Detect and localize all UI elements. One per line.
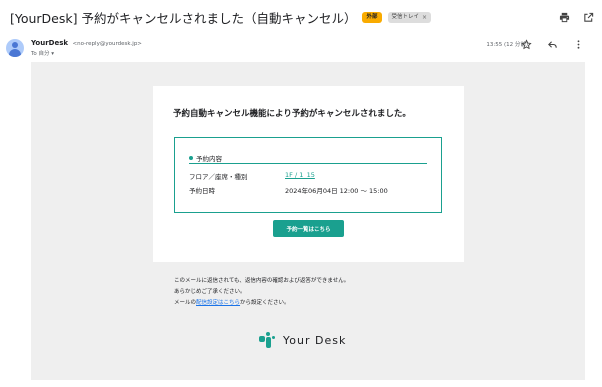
recipient-line[interactable]: To 自分 ▾: [31, 49, 54, 57]
star-icon[interactable]: [520, 38, 532, 50]
email-body: 予約自動キャンセル機能により予約がキャンセルされました。 予約内容 フロア／座席…: [31, 62, 585, 380]
footer-line-3-post: から設定ください。: [240, 300, 290, 306]
yourdesk-logo-icon: [259, 332, 275, 348]
floor-seat-link[interactable]: 1F / 1_15: [285, 171, 315, 179]
external-label-chip: 外部: [362, 11, 382, 23]
footer-line-2: あらかじめご了承ください。: [174, 289, 246, 295]
recipient-text: To 自分: [31, 51, 50, 57]
sender-display-name: YourDesk: [31, 39, 69, 47]
inbox-label-chip[interactable]: 受信トレイ ×: [387, 11, 432, 23]
chevron-down-icon[interactable]: ▾: [51, 51, 54, 57]
header-actions: [558, 11, 594, 23]
print-icon[interactable]: [558, 11, 570, 23]
notification-card: 予約自動キャンセル機能により予約がキャンセルされました。 予約内容 フロア／座席…: [153, 86, 464, 262]
subject-row: [YourDesk] 予約がキャンセルされました（自動キャンセル） 外部 受信ト…: [0, 0, 602, 34]
email-subject: [YourDesk] 予約がキャンセルされました（自動キャンセル）: [10, 10, 357, 26]
floor-seat-label: フロア／座席・種別: [189, 173, 248, 181]
message-actions: [520, 38, 584, 50]
section-heading: 予約内容: [189, 152, 427, 164]
footer-line-1: このメールに返信されても、返信内容の確認および返答ができません。: [174, 278, 350, 284]
footer-notes: このメールに返信されても、返信内容の確認および返答ができません。 あらかじめご了…: [174, 276, 349, 309]
section-heading-text: 予約内容: [196, 154, 222, 163]
sender-row: YourDesk <no-reply@yourdesk.jp> To 自分 ▾ …: [0, 36, 602, 60]
reply-icon[interactable]: [546, 38, 558, 50]
inbox-label-text: 受信トレイ: [391, 13, 420, 20]
bullet-dot-icon: [189, 155, 193, 160]
brand-name: Your Desk: [283, 333, 347, 347]
reservation-time-value: 2024年06月04日 12:00 ～ 15:00: [285, 187, 388, 195]
sender-name[interactable]: YourDesk <no-reply@yourdesk.jp>: [31, 39, 142, 47]
reservation-list-button[interactable]: 予約一覧はこちら: [273, 220, 344, 237]
delivery-settings-link[interactable]: 配信設定はこちら: [196, 300, 240, 306]
reservation-time-label: 予約日時: [189, 187, 215, 195]
brand-logo: Your Desk: [259, 332, 346, 348]
more-vert-icon[interactable]: [572, 38, 584, 50]
avatar[interactable]: [6, 39, 24, 57]
reservation-details-box: 予約内容 フロア／座席・種別 1F / 1_15 予約日時 2024年06月04…: [174, 137, 442, 213]
remove-label-icon[interactable]: ×: [422, 12, 427, 23]
footer-line-3-pre: メールの: [174, 300, 197, 306]
open-in-new-icon[interactable]: [582, 11, 594, 23]
footer-line-3: メールの配信設定はこちらから設定ください。: [174, 298, 349, 309]
sender-email: <no-reply@yourdesk.jp>: [72, 41, 142, 47]
card-title: 予約自動キャンセル機能により予約がキャンセルされました。: [173, 109, 411, 119]
